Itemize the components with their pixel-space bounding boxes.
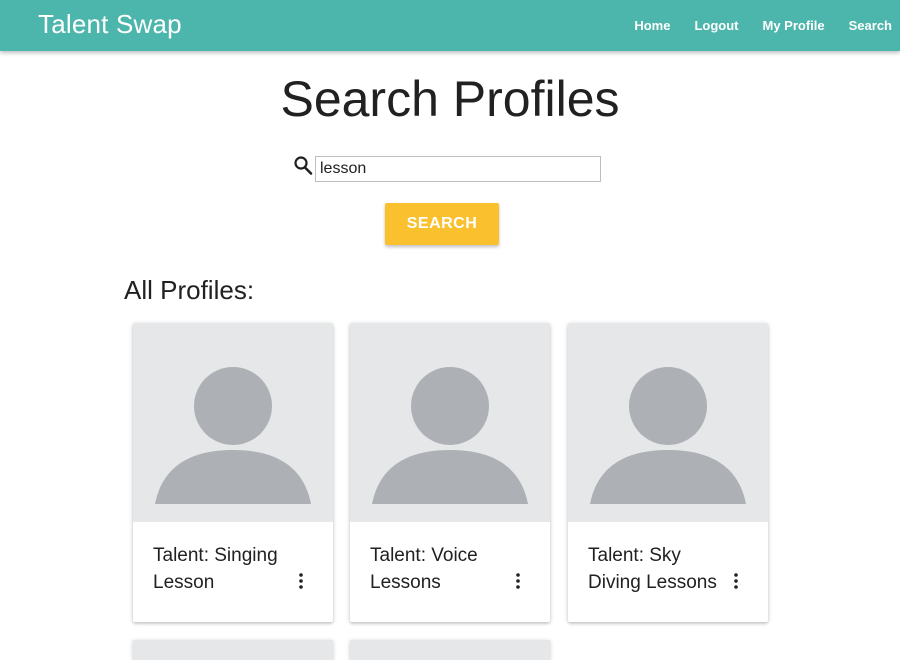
profile-card-title: Talent: Voice Lessons xyxy=(370,545,478,593)
nav-link-my-profile[interactable]: My Profile xyxy=(751,0,837,51)
person-icon xyxy=(155,367,311,504)
page-title: Search Profiles xyxy=(280,71,620,127)
search-icon xyxy=(293,155,313,177)
profile-card[interactable]: Talent: Sky Diving Lessons xyxy=(568,323,768,622)
profile-avatar xyxy=(133,323,333,522)
nav-link-home[interactable]: Home xyxy=(622,0,682,51)
profile-card-title: Talent: Singing Lesson xyxy=(153,545,278,593)
profile-card[interactable]: Talent: Singing Lesson xyxy=(133,323,333,622)
top-navbar: Talent Swap Home Logout My Profile Searc… xyxy=(0,0,900,51)
person-icon xyxy=(590,367,746,504)
nav-link-search[interactable]: Search xyxy=(837,0,900,51)
profile-card[interactable]: Talent: Voice Lessons xyxy=(350,323,550,622)
search-button[interactable]: SEARCH xyxy=(385,203,499,245)
profile-card-title: Talent: Sky Diving Lessons xyxy=(588,545,717,593)
all-profiles-heading: All Profiles: xyxy=(124,275,255,305)
profile-avatar xyxy=(350,323,550,522)
profile-avatar xyxy=(568,323,768,522)
brand-logo[interactable]: Talent Swap xyxy=(38,9,182,40)
nav-links: Home Logout My Profile Search xyxy=(622,0,900,51)
profile-card-partial[interactable] xyxy=(133,640,333,660)
more-vert-icon[interactable] xyxy=(510,571,526,591)
profile-card-partial[interactable] xyxy=(350,640,550,660)
more-vert-icon[interactable] xyxy=(728,571,744,591)
search-input[interactable] xyxy=(315,156,601,182)
person-icon xyxy=(372,367,528,504)
nav-link-logout[interactable]: Logout xyxy=(682,0,750,51)
more-vert-icon[interactable] xyxy=(293,571,309,591)
